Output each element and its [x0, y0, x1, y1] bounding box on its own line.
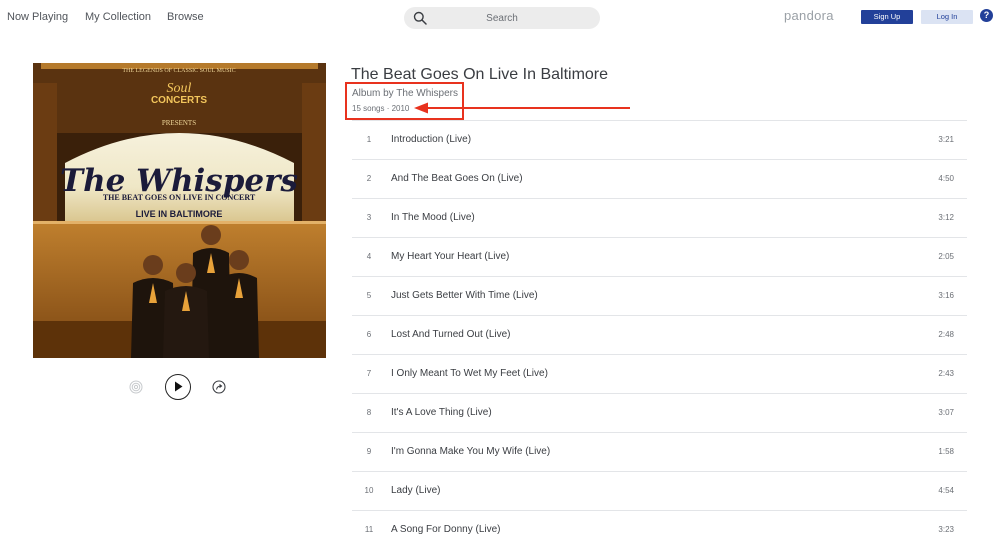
- track-number: 11: [364, 525, 374, 534]
- track-number: 5: [366, 291, 372, 300]
- sign-up-button[interactable]: Sign Up: [861, 10, 913, 24]
- track-title[interactable]: Introduction (Live): [391, 121, 471, 159]
- help-icon[interactable]: ?: [980, 9, 993, 22]
- track-row[interactable]: 7 I Only Meant To Wet My Feet (Live) 2:4…: [352, 354, 967, 393]
- track-duration: 4:54: [938, 486, 954, 495]
- track-duration: 4:50: [938, 174, 954, 183]
- track-row[interactable]: 2 And The Beat Goes On (Live) 4:50: [352, 159, 967, 198]
- search-input[interactable]: [434, 7, 570, 29]
- track-title[interactable]: My Heart Your Heart (Live): [391, 238, 509, 276]
- track-number: 3: [366, 213, 372, 222]
- track-duration: 2:48: [938, 330, 954, 339]
- track-duration: 3:07: [938, 408, 954, 417]
- art-logo-line2: CONCERTS: [151, 95, 207, 106]
- annotation-arrow-icon: [414, 102, 630, 114]
- track-duration: 3:23: [938, 525, 954, 534]
- track-row[interactable]: 4 My Heart Your Heart (Live) 2:05: [352, 237, 967, 276]
- track-number: 8: [366, 408, 372, 417]
- share-icon[interactable]: [212, 380, 226, 394]
- nav-my-collection[interactable]: My Collection: [85, 11, 151, 23]
- nav-now-playing[interactable]: Now Playing: [7, 11, 68, 23]
- track-row[interactable]: 6 Lost And Turned Out (Live) 2:48: [352, 315, 967, 354]
- search-icon[interactable]: [413, 11, 427, 25]
- track-title[interactable]: I Only Meant To Wet My Feet (Live): [391, 355, 548, 393]
- track-row[interactable]: 11 A Song For Donny (Live) 3:23: [352, 510, 967, 536]
- top-nav: Now Playing My Collection Browse pandora…: [0, 0, 999, 36]
- track-row[interactable]: 1 Introduction (Live) 3:21: [352, 120, 967, 159]
- art-tagline: THE BEAT GOES ON LIVE IN CONCERT: [103, 193, 256, 202]
- play-icon: [175, 381, 183, 392]
- nav-browse[interactable]: Browse: [167, 11, 204, 23]
- search-bar[interactable]: [404, 7, 600, 29]
- thumbprint-icon[interactable]: [129, 380, 143, 394]
- track-list: 1 Introduction (Live) 3:21 2 And The Bea…: [352, 120, 967, 536]
- track-title[interactable]: Just Gets Better With Time (Live): [391, 277, 538, 315]
- track-row[interactable]: 8 It's A Love Thing (Live) 3:07: [352, 393, 967, 432]
- art-venue: LIVE IN BALTIMORE: [136, 209, 223, 219]
- track-number: 6: [366, 330, 372, 339]
- art-presents: PRESENTS: [162, 119, 196, 127]
- play-button[interactable]: [165, 374, 191, 400]
- track-number: 7: [366, 369, 372, 378]
- track-duration: 2:05: [938, 252, 954, 261]
- track-number: 9: [366, 447, 372, 456]
- track-number: 4: [366, 252, 372, 261]
- pandora-logo[interactable]: pandora: [784, 8, 834, 23]
- album-art: THE LEGENDS OF CLASSIC SOUL MUSIC Soul C…: [33, 63, 326, 358]
- track-title[interactable]: I'm Gonna Make You My Wife (Live): [391, 433, 550, 471]
- track-title[interactable]: In The Mood (Live): [391, 199, 475, 237]
- track-number: 10: [364, 486, 374, 495]
- track-title[interactable]: Lady (Live): [391, 472, 440, 510]
- track-duration: 2:43: [938, 369, 954, 378]
- log-in-button[interactable]: Log In: [921, 10, 973, 24]
- art-logo-line1: Soul: [167, 81, 192, 96]
- track-title[interactable]: A Song For Donny (Live): [391, 511, 501, 536]
- track-row[interactable]: 3 In The Mood (Live) 3:12: [352, 198, 967, 237]
- track-title[interactable]: And The Beat Goes On (Live): [391, 160, 523, 198]
- track-title[interactable]: Lost And Turned Out (Live): [391, 316, 511, 354]
- art-top-banner: THE LEGENDS OF CLASSIC SOUL MUSIC: [122, 68, 235, 74]
- track-title[interactable]: It's A Love Thing (Live): [391, 394, 492, 432]
- track-duration: 1:58: [938, 447, 954, 456]
- track-duration: 3:16: [938, 291, 954, 300]
- track-duration: 3:12: [938, 213, 954, 222]
- track-number: 1: [366, 135, 372, 144]
- track-row[interactable]: 10 Lady (Live) 4:54: [352, 471, 967, 510]
- track-number: 2: [366, 174, 372, 183]
- track-row[interactable]: 5 Just Gets Better With Time (Live) 3:16: [352, 276, 967, 315]
- track-row[interactable]: 9 I'm Gonna Make You My Wife (Live) 1:58: [352, 432, 967, 471]
- track-duration: 3:21: [938, 135, 954, 144]
